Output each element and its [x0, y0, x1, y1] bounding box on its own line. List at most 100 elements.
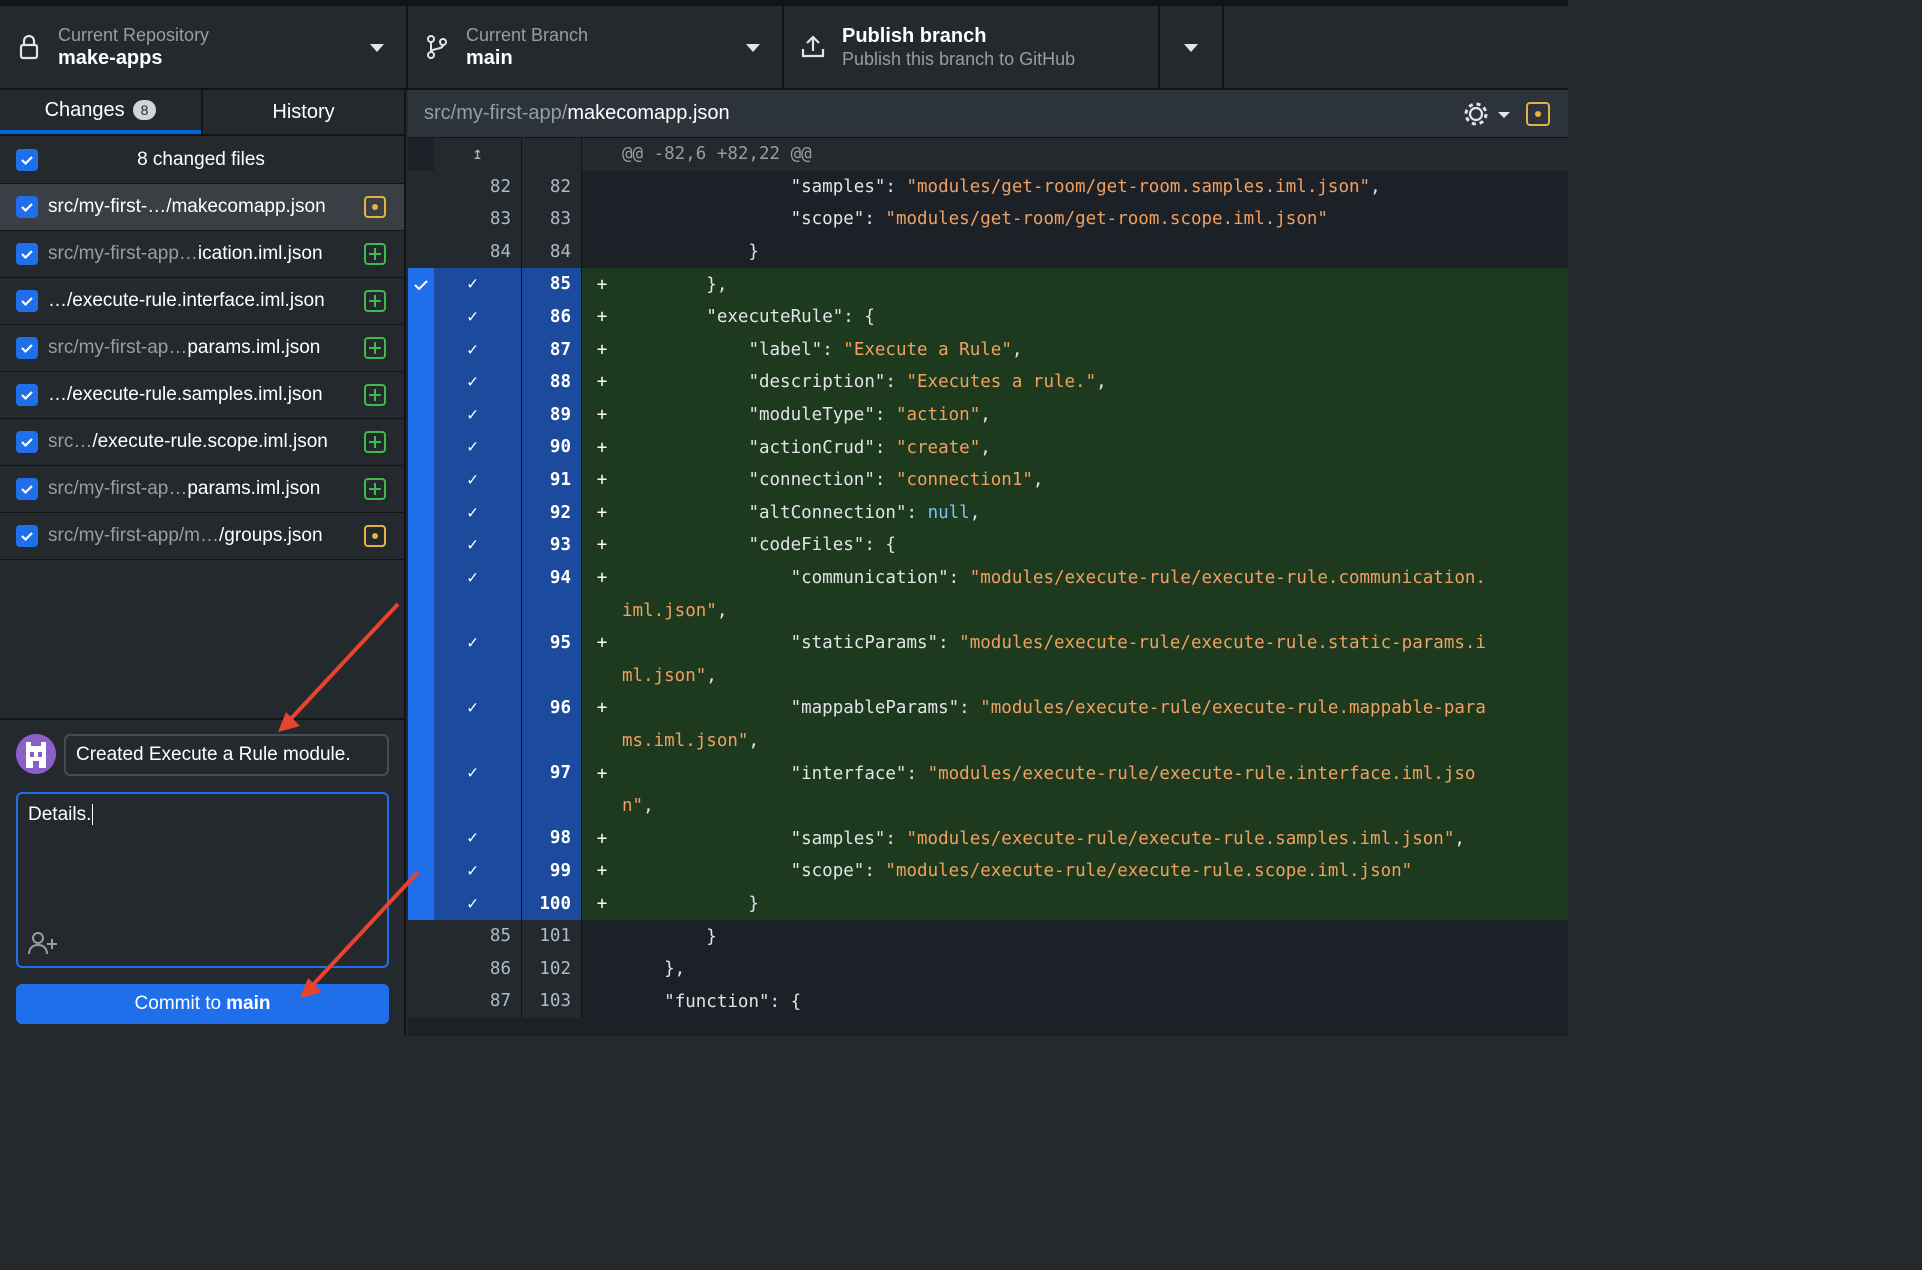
diff-line-added[interactable]: ms.iml.json", — [408, 724, 1568, 758]
file-modified-icon — [364, 525, 386, 547]
tab-history[interactable]: History — [201, 90, 404, 134]
diff-line-added[interactable]: ✓ 89 + "moduleType": "action", — [408, 398, 1568, 432]
old-line-number: 87 — [434, 985, 522, 1019]
file-checkbox[interactable] — [16, 525, 38, 547]
file-list-item[interactable]: …/execute-rule.interface.iml.json — [0, 278, 404, 325]
diff-line-added[interactable]: ✓ 97 + "interface": "modules/execute-rule/… — [408, 757, 1568, 790]
diff-marker: + — [596, 828, 608, 849]
file-name: src/my-first-ap…params.iml.json — [48, 478, 321, 499]
diff-line-added[interactable]: ✓ 100 + } — [408, 887, 1568, 921]
diff-line-added[interactable]: ✓ 85 + }, — [408, 268, 1568, 301]
commit-summary-input[interactable]: Created Execute a Rule module. — [64, 734, 389, 776]
new-line-number: 83 — [522, 203, 582, 236]
diff-file-path: src/my-first-app/makecomapp.json — [408, 90, 1568, 138]
diff-line-added[interactable]: ✓ 99 + "scope": "modules/execute-rule/exec… — [408, 855, 1568, 888]
file-list-item[interactable]: src/my-first-ap…params.iml.json — [0, 325, 404, 372]
old-line-number: 82 — [434, 170, 522, 204]
chevron-down-icon — [746, 44, 760, 52]
diff-marker: + — [596, 502, 608, 523]
select-all-checkbox[interactable] — [16, 148, 38, 171]
diff-line-added[interactable]: iml.json", — [408, 594, 1568, 627]
new-line-number — [522, 594, 582, 627]
diff-marker: + — [596, 568, 608, 589]
old-line-number — [434, 789, 522, 823]
code-line: "mappableParams": "modules/execute-rule/… — [790, 698, 1486, 719]
file-checkbox[interactable] — [16, 384, 38, 406]
diff-line-added[interactable]: n", — [408, 789, 1568, 823]
new-line-number: 94 — [522, 561, 582, 595]
chevron-down-icon — [1184, 44, 1198, 52]
diff-line-added[interactable]: ✓ 95 + "staticParams": "modules/execute-ru… — [408, 626, 1568, 660]
old-line-number: ✓ — [434, 822, 522, 856]
file-checkbox[interactable] — [16, 478, 38, 500]
file-list-item[interactable]: src/my-first-app/m…/groups.json — [0, 513, 404, 560]
old-line-number — [434, 659, 522, 693]
commit-description-text: Details. — [28, 804, 92, 825]
new-line-number: 82 — [522, 170, 582, 204]
changed-files-header: 8 changed files — [0, 136, 404, 184]
new-line-number: 89 — [522, 398, 582, 432]
diff-line-added[interactable]: ✓ 98 + "samples": "modules/execute-rule/ex… — [408, 822, 1568, 856]
current-repository-button[interactable]: Current Repository make-apps — [0, 6, 408, 90]
file-list-item[interactable]: src/my-first-ap…params.iml.json — [0, 466, 404, 513]
tab-changes-label: Changes — [44, 98, 125, 121]
file-added-icon — [364, 337, 386, 359]
diff-marker: + — [596, 339, 608, 360]
hunk-header: ↥ @@ -82,6 +82,22 @@ — [408, 138, 1568, 171]
file-checkbox[interactable] — [16, 431, 38, 453]
new-line-number: 101 — [522, 920, 582, 953]
file-list-item[interactable]: …/execute-rule.samples.iml.json — [0, 372, 404, 419]
diff-line-added[interactable]: ✓ 91 + "connection": "connection1", — [408, 463, 1568, 497]
hunk-header-text: @@ -82,6 +82,22 @@ — [622, 144, 812, 165]
diff-line-added[interactable]: ✓ 88 + "description": "Executes a rule.", — [408, 366, 1568, 399]
file-list-item[interactable]: src…/execute-rule.scope.iml.json — [0, 419, 404, 466]
diff-line-added[interactable]: ml.json", — [408, 659, 1568, 693]
old-line-number — [434, 724, 522, 758]
publish-branch-button[interactable]: Publish branch Publish this branch to Gi… — [784, 6, 1160, 90]
code-line: "connection": "connection1", — [748, 470, 1044, 491]
commit-button-branch: main — [226, 993, 271, 1014]
tab-changes[interactable]: Changes 8 — [0, 90, 201, 134]
publish-subtitle: Publish this branch to GitHub — [842, 49, 1076, 69]
expand-up-icon[interactable]: ↥ — [434, 138, 522, 171]
file-list-item[interactable]: src/my-first-app…ication.iml.json — [0, 231, 404, 278]
diff-line-context: 82 82 "samples": "modules/get-room/get-ro… — [408, 170, 1568, 204]
diff-line-added[interactable]: ✓ 87 + "label": "Execute a Rule", — [408, 333, 1568, 367]
diff-line-added[interactable]: ✓ 94 + "communication": "modules/execute-r… — [408, 561, 1568, 595]
file-name: …/execute-rule.interface.iml.json — [48, 290, 325, 311]
diff-line-added[interactable]: ✓ 96 + "mappableParams": "modules/execute-… — [408, 692, 1568, 725]
code-line: "codeFiles": { — [748, 535, 896, 556]
diff-line-added[interactable]: ✓ 93 + "codeFiles": { — [408, 529, 1568, 562]
new-line-number — [522, 659, 582, 693]
new-line-number: 102 — [522, 952, 582, 986]
file-checkbox[interactable] — [16, 243, 38, 265]
diff-line-added[interactable]: ✓ 90 + "actionCrud": "create", — [408, 431, 1568, 464]
publish-dropdown-button[interactable] — [1160, 6, 1224, 90]
commit-description-textarea[interactable]: Details. — [16, 792, 389, 968]
gear-icon[interactable] — [1462, 100, 1512, 128]
old-line-number: ✓ — [434, 398, 522, 432]
file-checkbox[interactable] — [16, 290, 38, 312]
code-line: "executeRule": { — [706, 307, 875, 328]
commit-button[interactable]: Commit to main — [16, 984, 389, 1024]
diff-line-context: 84 84 } — [408, 235, 1568, 269]
file-name: src/my-first-app/m…/groups.json — [48, 525, 323, 546]
toolbar: Current Repository make-apps Current Bra… — [0, 0, 1568, 90]
add-co-author-icon[interactable] — [28, 930, 58, 956]
diff-marker: + — [596, 372, 608, 393]
new-line-number: 103 — [522, 985, 582, 1019]
code-line: "scope": "modules/execute-rule/execute-r… — [790, 861, 1413, 882]
repository-name: make-apps — [58, 47, 163, 69]
diff-line-added[interactable]: ✓ 92 + "altConnection": null, — [408, 496, 1568, 530]
diff-line-added[interactable]: ✓ 86 + "executeRule": { — [408, 300, 1568, 334]
current-branch-button[interactable]: Current Branch main — [408, 6, 784, 90]
code-line: ms.iml.json", — [622, 730, 759, 751]
file-list-item[interactable]: src/my-first-…/makecomapp.json — [0, 184, 404, 231]
diff-line-context: 85 101 } — [408, 920, 1568, 953]
file-checkbox[interactable] — [16, 196, 38, 218]
diff-line-context: 86 102 }, — [408, 952, 1568, 986]
old-line-number: ✓ — [434, 561, 522, 595]
file-checkbox[interactable] — [16, 337, 38, 359]
old-line-number: ✓ — [434, 496, 522, 530]
sidebar-tabs: Changes 8 History — [0, 90, 404, 136]
